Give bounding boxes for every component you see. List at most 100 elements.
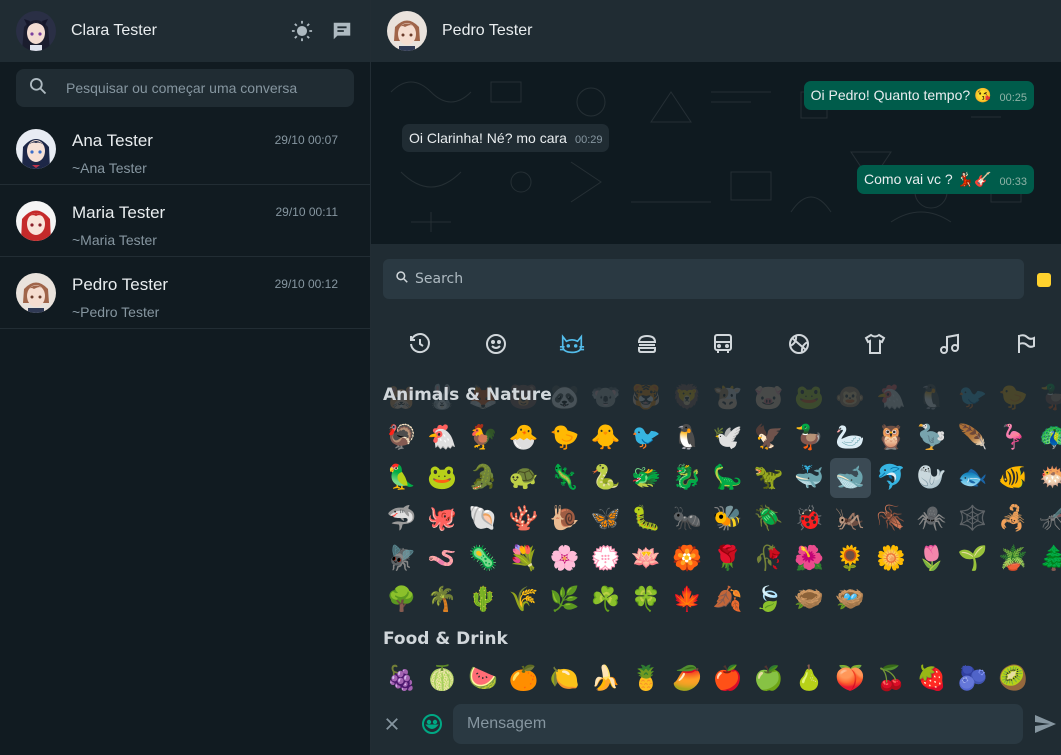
emoji-cell[interactable]: 🍂 [707,579,748,620]
send-icon[interactable] [1032,711,1058,737]
emoji-cell[interactable]: 🍍 [626,658,667,692]
emoji-cell[interactable]: 🕊️ [707,417,748,458]
travel-bus-icon[interactable] [710,331,736,357]
emoji-cell[interactable]: 🥀 [748,539,789,580]
emoji-cell[interactable]: 🐳 [789,458,830,499]
emoji-cell[interactable]: 🦂 [993,498,1034,539]
emoji-cell[interactable]: 🌴 [422,579,463,620]
search-input[interactable] [66,80,336,96]
emoji-cell[interactable]: 🍌 [585,658,626,692]
objects-shirt-icon[interactable] [862,331,888,357]
emoji-cell[interactable]: 🌲 [1034,539,1061,580]
recent-clock-icon[interactable] [407,331,433,357]
emoji-cell[interactable]: 🪱 [422,539,463,580]
emoji-cell[interactable]: 🦟 [1034,498,1061,539]
emoji-cell[interactable]: 🦈 [381,498,422,539]
emoji-cell[interactable]: 🍏 [748,658,789,692]
emoji-cell[interactable]: 🦚 [1034,417,1061,458]
emoji-cell[interactable]: 🍁 [667,579,708,620]
emoji-cell[interactable]: 🪴 [993,539,1034,580]
emoji-cell[interactable]: 🦩 [993,417,1034,458]
emoji-cell[interactable]: 🐡 [1034,458,1061,499]
emoji-cell[interactable]: 🐓 [463,417,504,458]
emoji-cell[interactable]: 🦆 [789,417,830,458]
emoji-cell[interactable]: 🌿 [544,579,585,620]
emoji-cell[interactable]: ☘️ [585,579,626,620]
emoji-cell[interactable]: 🪶 [952,417,993,458]
message-bubble[interactable]: Oi Clarinha! Né? mo cara 00:29 [402,124,610,152]
emoji-cell[interactable]: 🕸️ [952,498,993,539]
emoji-cell[interactable]: 🌼 [871,539,912,580]
emoji-cell[interactable]: 🦗 [830,498,871,539]
close-icon[interactable] [379,711,405,737]
chat-item-ana[interactable]: Ana Tester ~Ana Tester 29/10 00:07 [0,113,370,185]
message-input[interactable] [467,714,1007,733]
emoji-cell[interactable]: 🦜 [381,458,422,499]
emoji-cell[interactable]: 🪲 [748,498,789,539]
emoji-cell[interactable]: 🌷 [911,539,952,580]
chat-item-maria[interactable]: Maria Tester ~Maria Tester 29/10 00:11 [0,185,370,257]
emoji-cell[interactable]: 🦎 [544,458,585,499]
emoji-cell[interactable]: 🌳 [381,579,422,620]
emoji-cell[interactable]: 🦅 [748,417,789,458]
emoji-cell[interactable]: 🐤 [544,417,585,458]
emoji-cell[interactable]: 🪸 [503,498,544,539]
emoji-cell[interactable]: 🥝 [993,658,1034,692]
emoji-cell[interactable]: 🐛 [626,498,667,539]
contact-avatar[interactable] [387,11,427,51]
emoji-cell[interactable]: 💮 [585,539,626,580]
emoji-cell[interactable]: 🍈 [422,658,463,692]
emoji-cell[interactable]: 🐜 [667,498,708,539]
emoji-cell[interactable]: 💐 [503,539,544,580]
emoji-cell[interactable]: 🪺 [830,579,871,620]
emoji-cell[interactable]: 🍒 [871,658,912,692]
chat-item-pedro[interactable]: Pedro Tester ~Pedro Tester 29/10 00:12 [0,257,370,329]
emoji-cell[interactable]: 🪷 [626,539,667,580]
emoji-cell[interactable]: 🍓 [911,658,952,692]
theme-toggle-sun-icon[interactable] [290,19,314,43]
emoji-cell[interactable]: 🌾 [503,579,544,620]
emoji-cell[interactable]: 🐧 [667,417,708,458]
emoji-cell[interactable]: 🦭 [911,458,952,499]
emoji-cell[interactable]: 🦋 [585,498,626,539]
my-avatar[interactable] [16,11,56,51]
animals-cat-icon[interactable] [559,331,585,357]
emoji-cell[interactable]: 🐢 [503,458,544,499]
emoji-cell[interactable]: 🌺 [789,539,830,580]
emoji-search-input[interactable] [415,271,995,287]
new-chat-icon[interactable] [330,19,354,43]
emoji-cell[interactable]: 🪳 [871,498,912,539]
emoji-cell[interactable]: 🦠 [463,539,504,580]
emoji-cell[interactable]: 🦖 [748,458,789,499]
emoji-cell[interactable]: 🐠 [993,458,1034,499]
emoji-cell[interactable]: 🐍 [585,458,626,499]
emoji-cell[interactable]: 🐉 [667,458,708,499]
emoji-cell[interactable]: 🍑 [830,658,871,692]
emoji-cell[interactable]: 🐥 [585,417,626,458]
emoji-cell[interactable]: 🦤 [911,417,952,458]
emoji-cell[interactable]: 🐸 [422,458,463,499]
emoji-cell[interactable]: 🪰 [381,539,422,580]
emoji-cell[interactable]: 🐦 [626,417,667,458]
emoji-cell[interactable]: 🐣 [503,417,544,458]
emoji-cell[interactable]: 🐝 [707,498,748,539]
emoji-cell[interactable]: 🦃 [381,417,422,458]
emoji-cell[interactable]: 🌻 [830,539,871,580]
emoji-cell[interactable]: 🍇 [381,658,422,692]
emoji-cell[interactable]: 🐬 [871,458,912,499]
emoji-cell[interactable]: 🍋 [544,658,585,692]
emoji-cell[interactable]: 🍊 [503,658,544,692]
smileys-icon[interactable] [483,331,509,357]
activities-ball-icon[interactable] [786,331,812,357]
emoji-cell[interactable]: 🐋 [829,457,871,498]
emoji-cell[interactable]: 🦉 [871,417,912,458]
emoji-cell[interactable]: 🦕 [707,458,748,499]
emoji-toggle-icon[interactable] [419,711,445,737]
emoji-cell[interactable]: 🍎 [707,658,748,692]
emoji-cell[interactable]: 🐞 [789,498,830,539]
emoji-cell[interactable]: 🌱 [952,539,993,580]
emoji-cell[interactable]: 🐙 [422,498,463,539]
emoji-cell[interactable]: 🍀 [626,579,667,620]
emoji-cell[interactable]: 🐔 [422,417,463,458]
emoji-cell[interactable]: 🦢 [830,417,871,458]
